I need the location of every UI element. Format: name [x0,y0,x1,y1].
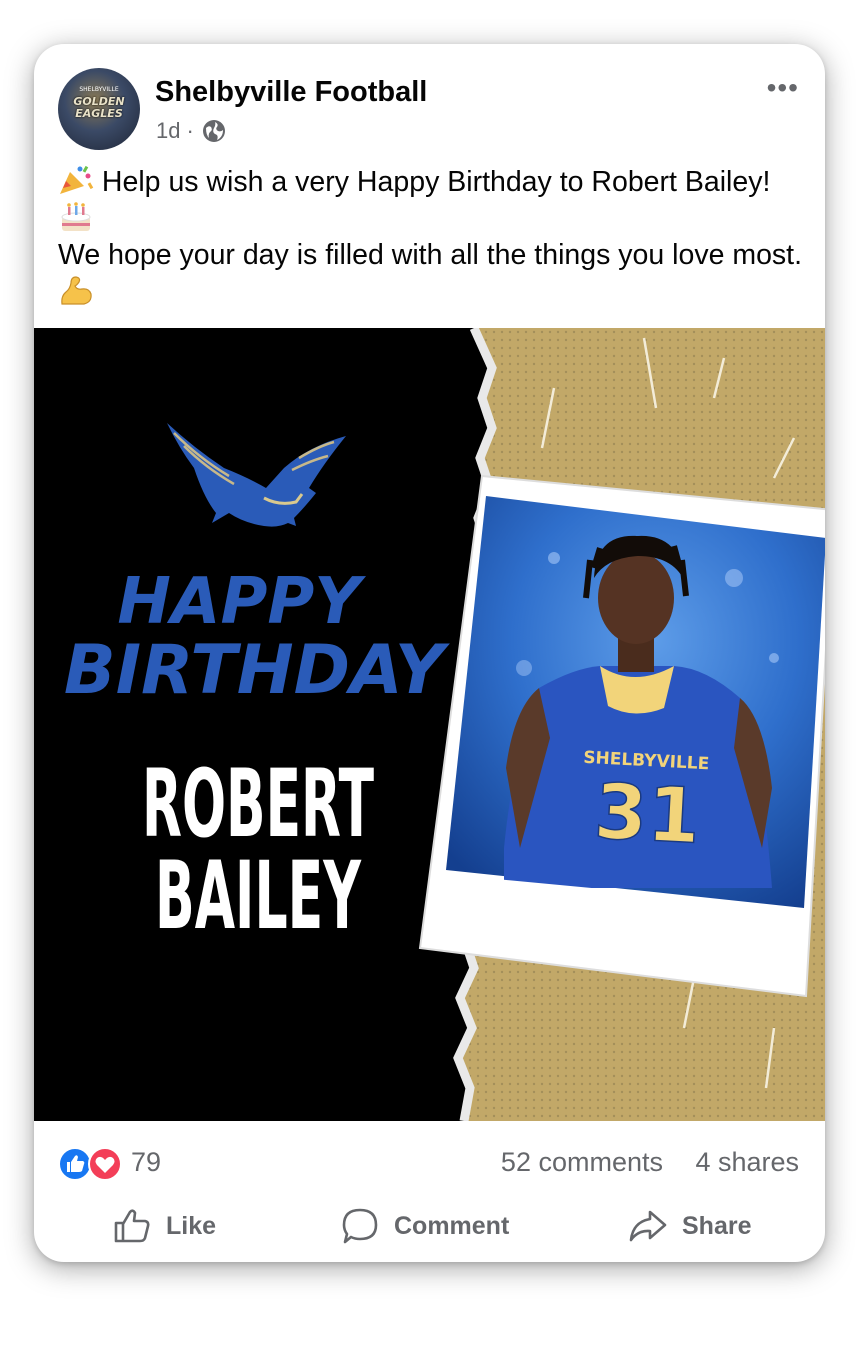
party-popper-icon [60,165,94,194]
thumbs-up-icon [114,1209,150,1243]
birthday-cake-icon [61,201,91,231]
share-icon [629,1210,667,1242]
post-meta: 1d · [156,118,226,144]
like-button[interactable]: Like [112,1204,216,1248]
reaction-icons[interactable] [58,1146,124,1182]
reactions-bar: 79 52 comments 4 shares [34,1124,825,1204]
post-image[interactable]: HAPPY BIRTHDAY ROBERT BAILEY SHELBYVILLE… [34,328,825,1121]
post-time[interactable]: 1d [156,118,180,144]
share-button[interactable]: Share [628,1204,751,1248]
caption-line-1: Help us wish a very Happy Birthday to Ro… [101,166,771,198]
shares-count-link[interactable]: 4 shares [695,1147,799,1178]
caption-line-2: We hope your day is filled with all the … [58,239,803,271]
comment-label: Comment [394,1211,510,1240]
post-actions: Like Comment Share [34,1196,825,1256]
avatar-subtext: SHELBYVILLE [79,86,119,93]
birthday-graphic: HAPPY BIRTHDAY ROBERT BAILEY SHELBYVILLE… [34,328,825,1121]
comment-icon [342,1208,378,1244]
like-reaction-icon [58,1147,92,1181]
share-label: Share [682,1211,752,1240]
post-header: SHELBYVILLE GOLDEN EAGLES Shelbyville Fo… [34,44,825,154]
page-avatar[interactable]: SHELBYVILLE GOLDEN EAGLES [58,68,140,150]
avatar-logo-text: GOLDEN EAGLES [73,95,125,120]
meta-separator: · [186,118,194,143]
polaroid-photo: SHELBYVILLE 31 [418,474,825,998]
comment-button[interactable]: Comment [340,1204,509,1248]
globe-icon [202,120,225,142]
last-name: BAILEY [155,842,362,951]
comments-count-link[interactable]: 52 comments [501,1147,663,1178]
happy-text: HAPPY [117,565,366,639]
page-name-link[interactable]: Shelbyville Football [155,76,427,109]
post-caption: Help us wish a very Happy Birthday to Ro… [58,164,808,310]
like-label: Like [166,1211,217,1240]
more-options-button[interactable]: ••• [767,74,799,102]
love-reaction-icon [88,1147,122,1181]
reaction-count[interactable]: 79 [131,1147,161,1178]
post-card: SHELBYVILLE GOLDEN EAGLES Shelbyville Fo… [34,44,825,1262]
jersey-number: 31 [592,766,702,860]
flexed-biceps-icon [61,275,92,305]
birthday-text: BIRTHDAY [64,631,451,710]
